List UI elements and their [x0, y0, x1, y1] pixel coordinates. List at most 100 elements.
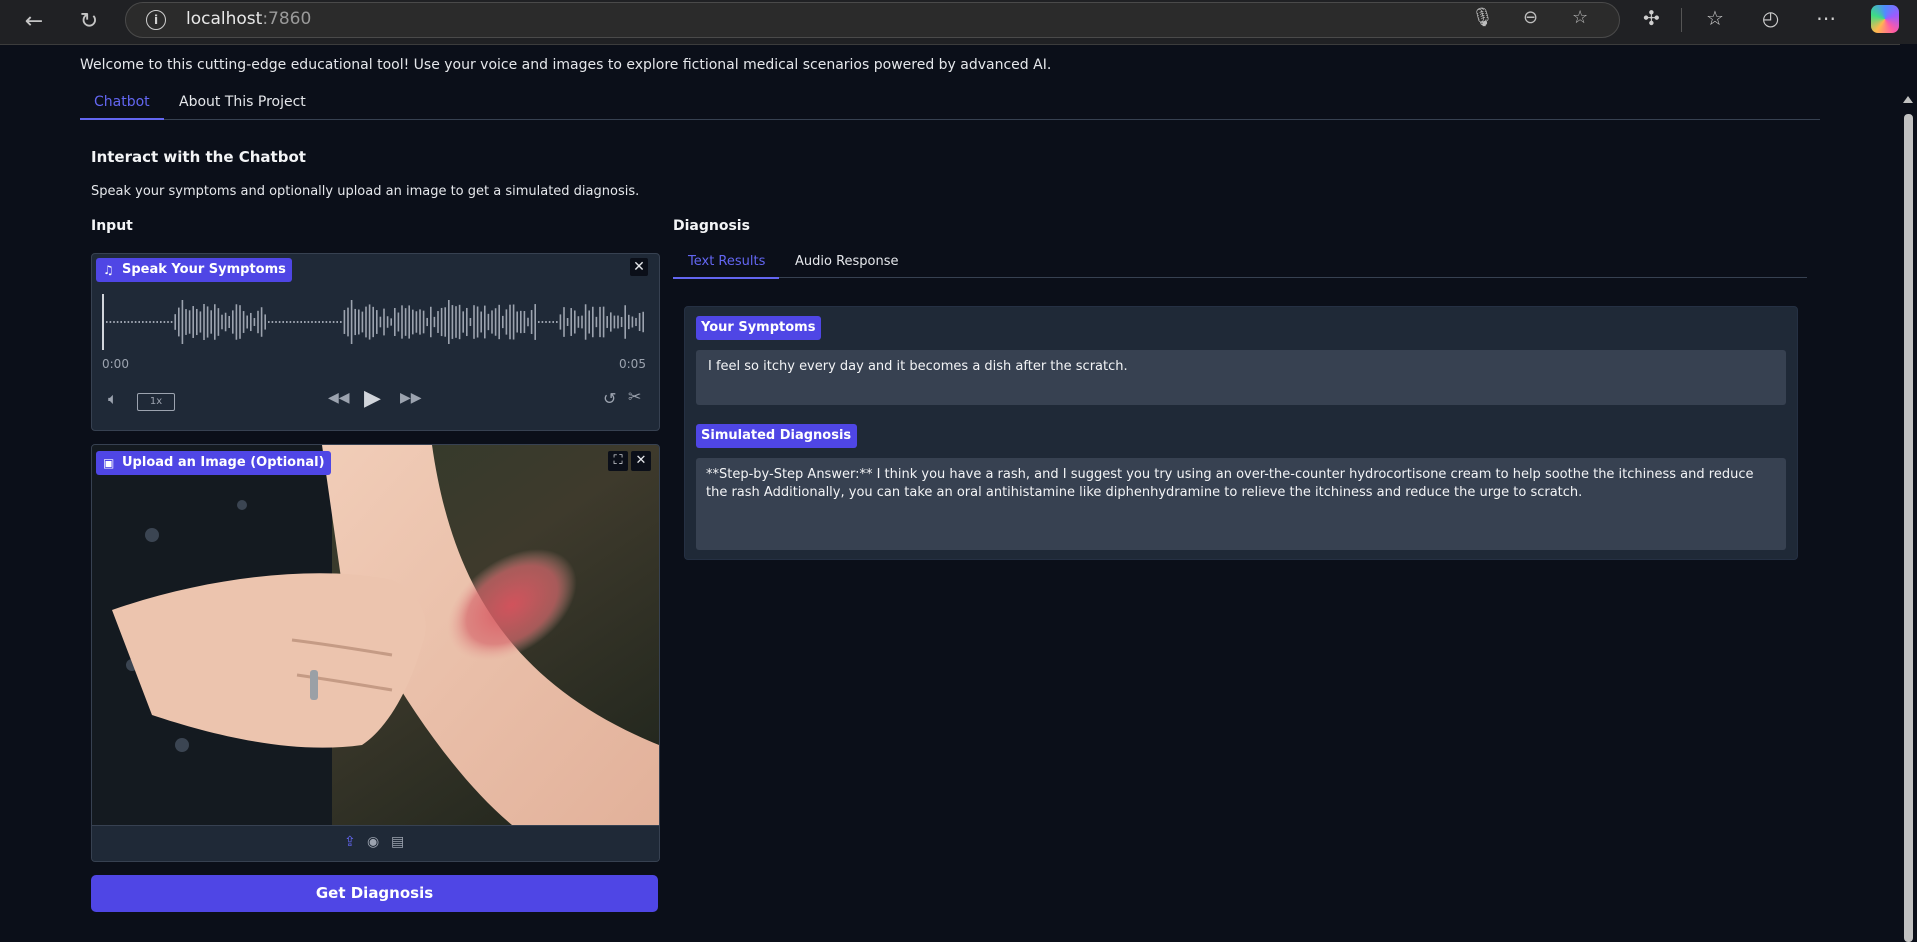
favorites-icon[interactable]: ☆	[1706, 6, 1724, 30]
fullscreen-icon[interactable]: ⛶	[608, 451, 628, 471]
playhead[interactable]	[102, 294, 104, 350]
waveform-bar	[624, 305, 626, 339]
upload-icon[interactable]: ⇪	[344, 834, 356, 850]
waveform-bar	[178, 307, 180, 337]
site-info-icon[interactable]: i	[146, 10, 166, 30]
tab-about-project[interactable]: About This Project	[179, 94, 306, 118]
waveform-bar	[358, 309, 360, 335]
waveform-bar	[628, 314, 630, 330]
waveform-bar	[192, 306, 194, 338]
waveform-bar	[163, 321, 166, 323]
clipboard-icon[interactable]: ▤	[391, 834, 404, 850]
waveform-bar	[379, 316, 382, 328]
waveform-bar	[516, 311, 518, 333]
waveform-bar	[613, 315, 616, 329]
image-upload-panel[interactable]: ▣ Upload an Image (Optional) ⛶ ✕ ⇪ ◉ ▤	[91, 444, 660, 862]
waveform-bar	[437, 311, 439, 333]
reset-icon[interactable]: ↺	[603, 389, 616, 408]
more-menu-icon[interactable]: ⋯	[1816, 6, 1836, 30]
waveform-bar	[476, 306, 479, 338]
waveform-bar	[116, 321, 119, 323]
waveform-bar	[145, 321, 148, 323]
waveform-bar	[188, 310, 191, 334]
waveform-bar	[473, 305, 475, 339]
waveform-bar	[160, 321, 162, 323]
waveform-bar	[232, 310, 234, 334]
zoom-out-icon[interactable]: ⊖	[1523, 7, 1538, 28]
audio-input-panel: ♫ Speak Your Symptoms ✕ 0:00 0:05 🔈︎ 1x …	[91, 253, 660, 431]
waveform-bar	[574, 310, 576, 334]
waveform-bar	[512, 304, 515, 340]
get-diagnosis-button[interactable]: Get Diagnosis	[91, 875, 658, 912]
waveform-bar	[343, 310, 346, 334]
waveform-bar	[152, 321, 155, 323]
volume-icon[interactable]: 🔈︎	[108, 389, 118, 409]
audio-waveform[interactable]	[102, 294, 647, 350]
waveform-bar	[606, 316, 608, 328]
symptoms-textbox[interactable]: I feel so itchy every day and it becomes…	[696, 350, 1786, 405]
symptoms-label: Your Symptoms	[696, 316, 822, 340]
waveform-bar	[300, 321, 302, 323]
waveform-bar	[332, 321, 335, 323]
waveform-bar	[534, 304, 536, 340]
rewind-icon[interactable]: ◀◀	[328, 390, 350, 406]
tab-chatbot[interactable]: Chatbot	[80, 94, 164, 120]
waveform-bar	[631, 316, 634, 328]
waveform-bar	[296, 321, 299, 323]
webcam-icon[interactable]: ◉	[367, 834, 379, 850]
waveform-bar	[383, 308, 385, 336]
url-text[interactable]: localhost:7860	[186, 9, 311, 29]
waveform-bar	[386, 316, 389, 328]
waveform-bar	[365, 306, 367, 338]
audio-clear-button[interactable]: ✕	[630, 258, 648, 276]
tab-audio-response[interactable]: Audio Response	[795, 254, 899, 277]
image-clear-button[interactable]: ✕	[631, 451, 651, 471]
copilot-icon[interactable]	[1871, 5, 1899, 33]
tab-text-results[interactable]: Text Results	[673, 254, 780, 279]
waveform-bar	[347, 307, 349, 337]
waveform-bar	[530, 310, 533, 334]
page-scrollbar[interactable]	[1900, 44, 1917, 942]
reload-icon[interactable]: ↻	[75, 8, 103, 36]
waveform-bar	[426, 317, 428, 327]
playback-speed-button[interactable]: 1x	[137, 393, 175, 411]
waveform-bar	[448, 300, 450, 344]
waveform-bar	[235, 304, 238, 340]
waveform-bar	[361, 311, 364, 333]
favorite-star-icon[interactable]: ☆	[1572, 7, 1588, 28]
waveform-bar	[181, 300, 184, 344]
microphone-icon[interactable]: 🎙︎	[1471, 7, 1494, 28]
waveform-bar	[559, 314, 562, 330]
waveform-bar	[502, 315, 504, 329]
waveform-bar	[214, 304, 216, 340]
waveform-bar	[509, 304, 511, 340]
waveform-bar	[131, 321, 133, 323]
scrollbar-thumb[interactable]	[1904, 114, 1913, 942]
waveform-bar	[109, 321, 112, 323]
address-bar[interactable]: i localhost:7860 🎙︎ ⊖ ☆	[125, 2, 1620, 38]
extensions-icon[interactable]: ✣	[1643, 6, 1660, 30]
back-icon[interactable]: ←	[20, 8, 48, 36]
trim-scissors-icon[interactable]: ✂	[628, 387, 641, 406]
waveform-bar	[174, 314, 176, 330]
waveform-bar	[548, 321, 551, 323]
welcome-text: Welcome to this cutting-edge educational…	[80, 57, 1052, 73]
waveform-bar	[458, 304, 461, 340]
diagnosis-heading: Diagnosis	[673, 218, 750, 234]
waveform-bar	[127, 321, 130, 323]
waveform-bar	[221, 314, 223, 330]
waveform-bar	[203, 304, 205, 340]
waveform-bar	[142, 321, 144, 323]
play-icon[interactable]: ▶	[364, 386, 381, 411]
waveform-bar	[138, 321, 140, 323]
waveform-bar	[253, 318, 256, 326]
diagnosis-tab-bar: Text Results Audio Response	[673, 250, 1807, 279]
waveform-bar	[329, 321, 331, 323]
scroll-up-arrow-icon[interactable]	[1903, 96, 1913, 103]
waveform-bar	[275, 321, 277, 323]
history-icon[interactable]: ◴	[1762, 6, 1779, 30]
fast-forward-icon[interactable]: ▶▶	[400, 390, 422, 406]
diagnosis-textbox[interactable]: **Step-by-Step Answer:** I think you hav…	[696, 458, 1786, 550]
waveform-bar	[264, 314, 266, 330]
waveform-bar	[113, 321, 115, 323]
